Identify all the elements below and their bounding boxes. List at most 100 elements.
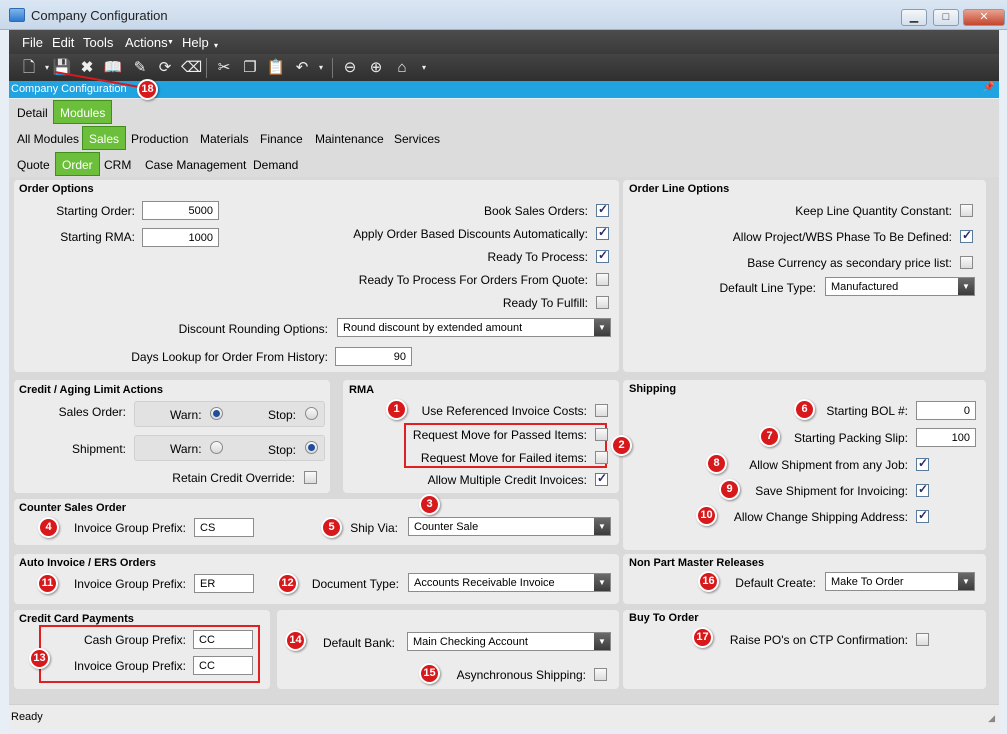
shipment-stop-label: Stop: xyxy=(268,443,297,457)
shipment-stop-radio[interactable] xyxy=(305,441,318,454)
starting-rma-input[interactable]: 1000 xyxy=(142,228,219,247)
allow-any-job-checkbox[interactable] xyxy=(916,456,929,471)
tab-demand[interactable]: Demand xyxy=(247,155,304,175)
allow-project-checkbox[interactable] xyxy=(960,228,973,243)
tab-finance[interactable]: Finance xyxy=(254,129,309,149)
default-bank-select[interactable]: Main Checking Account ▼ xyxy=(407,632,611,651)
tab-detail[interactable]: Detail xyxy=(11,103,54,123)
auto-igp-input[interactable]: ER xyxy=(194,574,254,593)
failed-items-checkbox[interactable] xyxy=(595,451,608,464)
save-for-invoicing-checkbox[interactable] xyxy=(916,482,929,497)
auto-igp-label: Invoice Group Prefix: xyxy=(73,577,186,591)
tab-materials[interactable]: Materials xyxy=(194,129,255,149)
cash-group-prefix-input[interactable]: CC xyxy=(193,630,253,649)
tab-order[interactable]: Order xyxy=(55,152,100,176)
undo-icon[interactable]: ↶ xyxy=(292,58,312,78)
callout-12: 12 xyxy=(277,573,298,594)
document-type-select[interactable]: Accounts Receivable Invoice ▼ xyxy=(408,573,611,592)
home-icon[interactable]: ⌂ xyxy=(392,58,412,78)
allow-change-address-checkbox[interactable] xyxy=(916,508,929,523)
forward-icon[interactable]: ⊕ xyxy=(366,58,386,78)
retain-credit-checkbox[interactable] xyxy=(304,471,317,484)
book-sales-orders-checkbox[interactable] xyxy=(596,202,609,217)
resize-grip-icon[interactable]: ◢ xyxy=(988,713,995,724)
undo-dropdown-icon[interactable]: ▾ xyxy=(311,58,331,78)
copy-icon[interactable]: ❐ xyxy=(240,58,260,78)
maximize-button[interactable]: □ xyxy=(933,9,959,26)
tab-quote[interactable]: Quote xyxy=(11,155,56,175)
callout-connector xyxy=(54,71,146,89)
starting-packing-slip-input[interactable]: 100 xyxy=(916,428,976,447)
ship-via-value: Counter Sale xyxy=(414,521,479,533)
starting-order-label: Starting Order: xyxy=(56,204,135,218)
discount-rounding-value: Round discount by extended amount xyxy=(343,322,523,334)
allow-multiple-credit-checkbox[interactable] xyxy=(595,471,608,486)
chevron-down-icon: ▼ xyxy=(594,518,610,535)
toolbar-overflow-icon[interactable]: ▾ xyxy=(414,58,434,78)
tab-sales[interactable]: Sales xyxy=(82,126,127,150)
use-ref-invoice-label: Use Referenced Invoice Costs: xyxy=(421,404,587,418)
ready-from-quote-label: Ready To Process For Orders From Quote: xyxy=(358,273,588,287)
toolbar-separator xyxy=(332,58,333,78)
ready-to-process-label: Ready To Process: xyxy=(487,250,589,264)
ship-via-select[interactable]: Counter Sale ▼ xyxy=(408,517,611,536)
async-shipping-label: Asynchronous Shipping: xyxy=(456,668,586,682)
apply-discounts-checkbox[interactable] xyxy=(596,225,609,240)
ready-to-process-checkbox[interactable] xyxy=(596,248,609,263)
callout-9: 9 xyxy=(719,479,740,500)
sales-order-stop-radio[interactable] xyxy=(305,407,318,420)
tab-services[interactable]: Services xyxy=(388,129,446,149)
raise-po-checkbox[interactable] xyxy=(916,633,929,646)
tab-crm[interactable]: CRM xyxy=(98,155,137,175)
async-shipping-checkbox[interactable] xyxy=(594,668,607,681)
default-line-type-select[interactable]: Manufactured ▼ xyxy=(825,277,975,296)
default-bank-label: Default Bank: xyxy=(322,636,395,650)
tabstrip-level2: All Modules Sales Production Materials F… xyxy=(9,125,999,151)
callout-5: 5 xyxy=(321,517,342,538)
callout-11: 11 xyxy=(37,573,58,594)
callout-6: 6 xyxy=(794,399,815,420)
discount-rounding-select[interactable]: Round discount by extended amount ▼ xyxy=(337,318,611,337)
callout-14: 14 xyxy=(285,630,306,651)
default-create-select[interactable]: Make To Order ▼ xyxy=(825,572,975,591)
sales-order-warn-radio[interactable] xyxy=(210,407,223,420)
status-bar: Ready ◢ xyxy=(9,704,999,730)
passed-items-checkbox[interactable] xyxy=(595,428,608,441)
counter-igp-input[interactable]: CS xyxy=(194,518,254,537)
default-line-type-value: Manufactured xyxy=(831,281,899,293)
tab-all-modules[interactable]: All Modules xyxy=(11,129,85,149)
cc-igp-label: Invoice Group Prefix: xyxy=(73,659,186,673)
shipment-warn-radio[interactable] xyxy=(210,441,223,454)
pin-icon[interactable]: 📌 xyxy=(983,82,995,93)
allow-change-address-label: Allow Change Shipping Address: xyxy=(733,510,908,524)
base-currency-label: Base Currency as secondary price list: xyxy=(747,256,952,270)
counter-sales-title: Counter Sales Order xyxy=(19,502,126,514)
minimize-button[interactable]: ▁ xyxy=(901,9,927,26)
close-button[interactable]: ✕ xyxy=(963,9,1005,26)
menu-overflow-icon[interactable]: ▾ xyxy=(214,41,218,50)
base-currency-checkbox[interactable] xyxy=(960,256,973,269)
counter-igp-label: Invoice Group Prefix: xyxy=(73,521,186,535)
paste-icon[interactable]: 📋 xyxy=(266,58,286,78)
callout-16: 16 xyxy=(698,571,719,592)
tab-case-management[interactable]: Case Management xyxy=(139,155,252,175)
starting-bol-input[interactable]: 0 xyxy=(916,401,976,420)
use-ref-invoice-checkbox[interactable] xyxy=(595,404,608,417)
tab-maintenance[interactable]: Maintenance xyxy=(309,129,390,149)
tab-modules[interactable]: Modules xyxy=(53,100,113,124)
ready-from-quote-checkbox[interactable] xyxy=(596,273,609,286)
cc-igp-input[interactable]: CC xyxy=(193,656,253,675)
back-icon[interactable]: ⊖ xyxy=(340,58,360,78)
tab-production[interactable]: Production xyxy=(125,129,194,149)
cash-group-prefix-label: Cash Group Prefix: xyxy=(83,633,186,647)
starting-bol-label: Starting BOL #: xyxy=(826,404,908,418)
ready-to-fulfill-checkbox[interactable] xyxy=(596,296,609,309)
order-line-options-title: Order Line Options xyxy=(629,183,730,195)
keep-qty-checkbox[interactable] xyxy=(960,204,973,217)
cut-icon[interactable]: ✂ xyxy=(214,58,234,78)
callout-17: 17 xyxy=(692,627,713,648)
buy-to-order-title: Buy To Order xyxy=(629,612,699,624)
credit-card-title: Credit Card Payments xyxy=(19,613,134,625)
starting-order-input[interactable]: 5000 xyxy=(142,201,219,220)
days-lookup-input[interactable]: 90 xyxy=(335,347,412,366)
